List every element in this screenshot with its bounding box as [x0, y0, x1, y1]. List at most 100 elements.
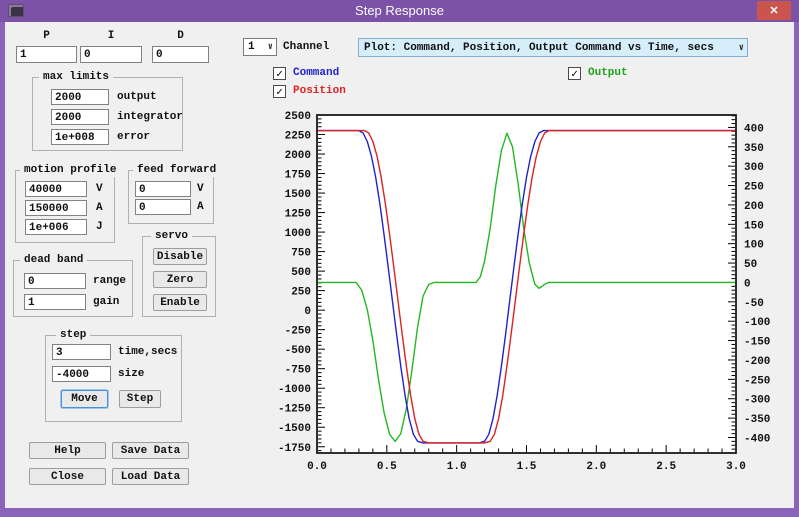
svg-text:750: 750 [291, 248, 311, 260]
d-label: D [152, 30, 209, 42]
svg-text:350: 350 [744, 143, 764, 155]
svg-text:1000: 1000 [285, 228, 311, 240]
help-button[interactable]: Help [29, 442, 106, 459]
load-data-button[interactable]: Load Data [112, 468, 189, 485]
svg-text:-50: -50 [744, 298, 764, 310]
ff-accel-input[interactable] [135, 199, 191, 215]
servo-title: servo [151, 229, 192, 243]
step-title: step [56, 328, 90, 342]
servo-disable-button[interactable]: Disable [153, 248, 207, 265]
svg-text:-1750: -1750 [278, 443, 311, 455]
title-bar: Step Response ✕ [0, 0, 799, 22]
command-checkbox-label: Command [293, 67, 339, 79]
chevron-down-icon: ∨ [739, 43, 747, 53]
motion-profile-title: motion profile [20, 163, 120, 177]
svg-text:-250: -250 [285, 326, 311, 338]
window-border-bottom [0, 508, 799, 517]
svg-text:250: 250 [291, 287, 311, 299]
d-input[interactable] [152, 46, 209, 63]
step-time-label: time,secs [118, 346, 177, 358]
svg-text:-250: -250 [744, 375, 770, 387]
step-button[interactable]: Step [119, 390, 161, 408]
range-label: range [93, 275, 126, 287]
step-size-label: size [118, 368, 144, 380]
svg-text:200: 200 [744, 201, 764, 213]
save-data-button[interactable]: Save Data [112, 442, 189, 459]
svg-text:3.0: 3.0 [726, 461, 746, 473]
servo-enable-button[interactable]: Enable [153, 294, 207, 311]
svg-text:2250: 2250 [285, 131, 311, 143]
check-icon: ✓ [276, 85, 283, 99]
step-size-input[interactable] [52, 366, 111, 382]
svg-text:500: 500 [291, 267, 311, 279]
output-checkbox[interactable]: ✓ [568, 67, 581, 80]
svg-text:-150: -150 [744, 337, 770, 349]
svg-text:-200: -200 [744, 356, 770, 368]
svg-text:-350: -350 [744, 414, 770, 426]
error-limit-label: error [117, 131, 150, 143]
channel-label: Channel [283, 41, 329, 53]
dead-band-title: dead band [20, 253, 87, 267]
svg-text:50: 50 [744, 259, 757, 271]
svg-text:-1250: -1250 [278, 404, 311, 416]
close-window-button[interactable]: Close [29, 468, 106, 485]
max-limits-group: max limits output integrator error [32, 77, 183, 151]
chevron-down-icon: ∨ [268, 42, 276, 52]
ff-velocity-input[interactable] [135, 181, 191, 197]
svg-text:2500: 2500 [285, 111, 311, 123]
svg-text:1250: 1250 [285, 209, 311, 221]
step-group: step time,secs size Move Step [45, 335, 182, 422]
accel-input[interactable] [25, 200, 87, 216]
max-limits-title: max limits [39, 70, 113, 84]
ff-velocity-label: V [197, 183, 204, 195]
command-checkbox[interactable]: ✓ [273, 67, 286, 80]
window-title: Step Response [0, 3, 799, 18]
step-time-input[interactable] [52, 344, 111, 360]
ff-accel-label: A [197, 201, 204, 213]
svg-text:2000: 2000 [285, 150, 311, 162]
svg-text:-500: -500 [285, 345, 311, 357]
channel-value: 1 [248, 41, 255, 53]
i-input[interactable] [80, 46, 142, 63]
motion-profile-group: motion profile V A J [15, 170, 115, 243]
feed-forward-group: feed forward V A [128, 170, 214, 224]
range-input[interactable] [24, 273, 86, 289]
position-checkbox[interactable]: ✓ [273, 85, 286, 98]
svg-text:-400: -400 [744, 433, 770, 445]
output-checkbox-label: Output [588, 67, 628, 79]
output-limit-label: output [117, 91, 157, 103]
channel-select[interactable]: 1 ∨ [243, 38, 277, 56]
accel-label: A [96, 202, 103, 214]
p-input[interactable] [16, 46, 77, 63]
gain-label: gain [93, 296, 119, 308]
svg-text:1500: 1500 [285, 189, 311, 201]
svg-text:0.5: 0.5 [377, 461, 397, 473]
output-limit-input[interactable] [51, 89, 109, 105]
jerk-input[interactable] [25, 219, 87, 235]
error-limit-input[interactable] [51, 129, 109, 145]
jerk-label: J [96, 221, 103, 233]
check-icon: ✓ [571, 67, 578, 81]
gain-input[interactable] [24, 294, 86, 310]
svg-text:1750: 1750 [285, 170, 311, 182]
svg-text:0.0: 0.0 [307, 461, 327, 473]
dead-band-group: dead band range gain [13, 260, 133, 317]
svg-text:-300: -300 [744, 395, 770, 407]
integrator-limit-label: integrator [117, 111, 183, 123]
svg-text:150: 150 [744, 220, 764, 232]
close-button[interactable]: ✕ [757, 1, 791, 20]
svg-text:1.0: 1.0 [447, 461, 467, 473]
move-button[interactable]: Move [61, 390, 108, 408]
integrator-limit-input[interactable] [51, 109, 109, 125]
velocity-input[interactable] [25, 181, 87, 197]
svg-text:400: 400 [744, 123, 764, 135]
svg-text:2.5: 2.5 [656, 461, 676, 473]
close-icon: ✕ [769, 4, 778, 17]
check-icon: ✓ [276, 67, 283, 81]
servo-zero-button[interactable]: Zero [153, 271, 207, 288]
feed-forward-title: feed forward [133, 163, 220, 177]
svg-text:300: 300 [744, 162, 764, 174]
svg-text:2.0: 2.0 [586, 461, 606, 473]
plot-select[interactable]: Plot: Command, Position, Output Command … [358, 38, 748, 57]
svg-text:250: 250 [744, 182, 764, 194]
